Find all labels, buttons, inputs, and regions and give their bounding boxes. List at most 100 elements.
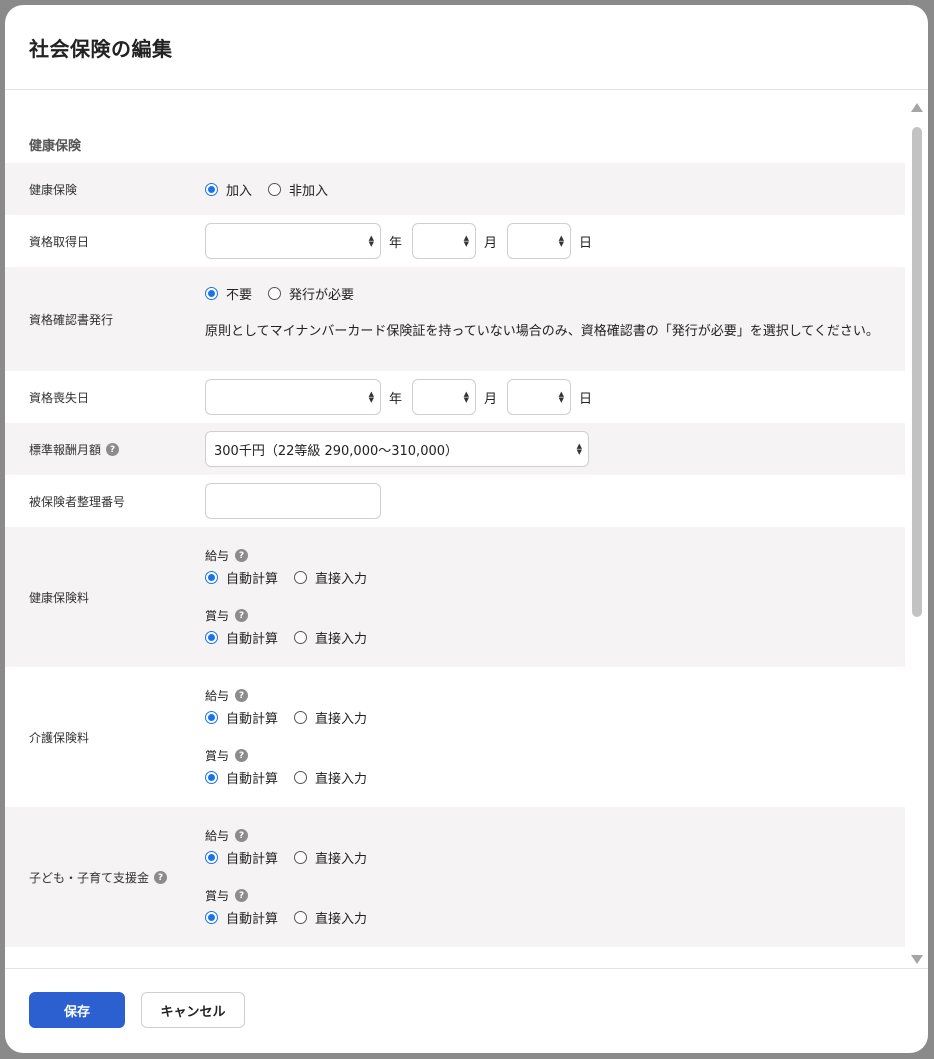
radio-direct-input[interactable]: 直接入力 (294, 768, 367, 787)
help-icon[interactable]: ? (235, 749, 249, 762)
radio-unchecked-icon[interactable] (268, 287, 282, 300)
select-caret-icon: ▲ ▼ (558, 390, 565, 404)
select-caret-icon: ▲ ▼ (368, 234, 374, 248)
certificate-radio-group: 不要 発行が必要 (205, 284, 885, 303)
help-icon[interactable]: ? (235, 549, 249, 562)
row-label-with-help: 子ども・子育て支援金 ? (29, 869, 168, 886)
loss-year-select[interactable]: ▲ ▼ (205, 379, 381, 415)
certificate-note: 原則としてマイナンバーカード保険証を持っていない場合のみ、資格確認書の「発行が必… (205, 324, 879, 339)
radio-direct-input[interactable]: 直接入力 (294, 908, 367, 927)
radio-label: 自動計算 (226, 572, 279, 587)
modal-body[interactable]: 健康保険 健康保険 加入 非加入 資格取得日 ▲ ▼ 年 ▲ ▼ 月 ▲ ▼ 日… (5, 91, 928, 968)
bonus-radio-group: 自動計算 直接入力 (205, 908, 383, 927)
bonus-label: 賞与 (205, 889, 230, 903)
bonus-radio-group: 自動計算 直接入力 (205, 768, 383, 787)
row-label: 介護保険料 (29, 731, 90, 745)
radio-auto-calc[interactable]: 自動計算 (205, 908, 278, 927)
radio-checked-icon[interactable] (205, 571, 218, 584)
radio-auto-calc[interactable]: 自動計算 (205, 568, 278, 587)
row-label-text: 子ども・子育て支援金 (29, 871, 150, 885)
salary-sub-label: 給与 ? (205, 827, 383, 844)
salary-sub-label: 給与 ? (205, 687, 383, 704)
row-label-text: 標準報酬月額 (29, 443, 102, 457)
row-health-insurance: 健康保険 加入 非加入 (5, 163, 905, 215)
scrollbar[interactable] (911, 91, 923, 968)
salary-radio-group: 自動計算 直接入力 (205, 848, 383, 867)
modal-title: 社会保険の編集 (29, 37, 173, 61)
row-certificate-issue: 資格確認書発行 不要 発行が必要 原則としてマイナンバーカード保険証を持っていな… (5, 267, 905, 371)
acquisition-day-select[interactable]: ▲ ▼ (507, 223, 572, 259)
acquisition-month-select[interactable]: ▲ ▼ (412, 223, 477, 259)
radio-direct-input[interactable]: 直接入力 (294, 708, 367, 727)
select-value: 300千円（22等級 290,000〜310,000） (214, 443, 459, 459)
radio-label: 自動計算 (226, 852, 279, 867)
help-icon[interactable]: ? (106, 443, 120, 456)
select-caret-icon: ▲ ▼ (368, 390, 374, 404)
salary-label: 給与 (205, 549, 230, 563)
radio-unchecked-icon[interactable] (268, 183, 282, 196)
radio-label: 自動計算 (226, 912, 279, 927)
insured-number-input[interactable] (205, 483, 381, 519)
radio-checked-icon[interactable] (205, 851, 218, 864)
bonus-label: 賞与 (205, 749, 230, 763)
radio-direct-input[interactable]: 直接入力 (294, 848, 367, 867)
loss-month-select[interactable]: ▲ ▼ (412, 379, 477, 415)
radio-issue-required[interactable]: 発行が必要 (268, 284, 354, 303)
row-acquisition-date: 資格取得日 ▲ ▼ 年 ▲ ▼ 月 ▲ ▼ 日 (5, 215, 905, 267)
radio-unchecked-icon[interactable] (294, 771, 308, 784)
radio-checked-icon[interactable] (205, 183, 218, 196)
bonus-sub-label: 賞与 ? (205, 607, 383, 624)
salary-radio-group: 自動計算 直接入力 (205, 708, 383, 727)
day-unit: 日 (579, 391, 593, 407)
radio-not-required[interactable]: 不要 (205, 284, 252, 303)
row-standard-monthly: 標準報酬月額 ? 300千円（22等級 290,000〜310,000） ▲ ▼ (5, 423, 905, 475)
radio-checked-icon[interactable] (205, 631, 218, 644)
radio-not-join[interactable]: 非加入 (268, 180, 328, 199)
radio-direct-input[interactable]: 直接入力 (294, 628, 367, 647)
month-unit: 月 (484, 391, 498, 407)
radio-direct-input[interactable]: 直接入力 (294, 568, 367, 587)
year-unit: 年 (389, 391, 403, 407)
acquisition-year-select[interactable]: ▲ ▼ (205, 223, 381, 259)
radio-auto-calc[interactable]: 自動計算 (205, 628, 278, 647)
radio-checked-icon[interactable] (205, 711, 218, 724)
standard-monthly-select[interactable]: 300千円（22等級 290,000〜310,000） ▲ ▼ (205, 431, 589, 467)
radio-label: 直接入力 (315, 572, 368, 587)
help-icon[interactable]: ? (235, 829, 249, 842)
help-icon[interactable]: ? (235, 609, 249, 622)
bonus-label: 賞与 (205, 609, 230, 623)
radio-unchecked-icon[interactable] (294, 571, 308, 584)
help-icon[interactable]: ? (235, 689, 249, 702)
scroll-down-arrow-icon[interactable] (911, 955, 923, 964)
help-icon[interactable]: ? (154, 871, 168, 884)
modal-footer: 保存 キャンセル (5, 968, 928, 1053)
select-caret-icon: ▲ ▼ (558, 234, 565, 248)
save-button[interactable]: 保存 (29, 992, 125, 1028)
month-unit: 月 (484, 235, 498, 251)
radio-label: 加入 (226, 184, 253, 199)
loss-day-select[interactable]: ▲ ▼ (507, 379, 572, 415)
radio-checked-icon[interactable] (205, 771, 218, 784)
help-icon[interactable]: ? (235, 889, 249, 902)
radio-checked-icon[interactable] (205, 287, 218, 300)
radio-auto-calc[interactable]: 自動計算 (205, 708, 278, 727)
select-caret-icon: ▲ ▼ (463, 390, 470, 404)
modal-header: 社会保険の編集 (5, 5, 928, 90)
row-health-premium: 健康保険料 給与 ? 自動計算 直接入力 賞与 ? 自動計算 直接入力 (5, 527, 905, 667)
radio-unchecked-icon[interactable] (294, 711, 308, 724)
bonus-radio-group: 自動計算 直接入力 (205, 628, 383, 647)
scrollbar-thumb[interactable] (912, 127, 922, 617)
radio-unchecked-icon[interactable] (294, 851, 308, 864)
row-insured-number: 被保険者整理番号 (5, 475, 905, 527)
radio-unchecked-icon[interactable] (294, 911, 308, 924)
form-table: 健康保険 加入 非加入 資格取得日 ▲ ▼ 年 ▲ ▼ 月 ▲ ▼ 日 資格確認… (5, 163, 905, 947)
radio-label: 発行が必要 (289, 288, 355, 303)
radio-join[interactable]: 加入 (205, 180, 252, 199)
radio-auto-calc[interactable]: 自動計算 (205, 848, 278, 867)
radio-auto-calc[interactable]: 自動計算 (205, 768, 278, 787)
scroll-up-arrow-icon[interactable] (911, 103, 923, 112)
select-caret-icon: ▲ ▼ (463, 234, 470, 248)
radio-unchecked-icon[interactable] (294, 631, 308, 644)
cancel-button[interactable]: キャンセル (141, 992, 245, 1028)
radio-checked-icon[interactable] (205, 911, 218, 924)
